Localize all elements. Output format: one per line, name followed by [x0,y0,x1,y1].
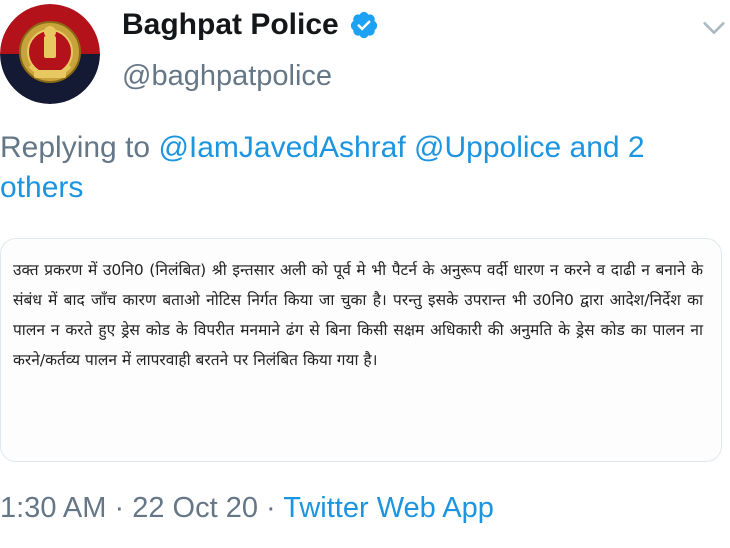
author-name-text: Baghpat Police [122,8,339,41]
author-display-name[interactable]: Baghpat Police [122,8,379,42]
tweet-media-image[interactable]: उक्त प्रकरण में उ0नि0 (निलंबित) श्री इन्… [0,238,722,462]
up-police-emblem-icon [0,4,100,104]
author-avatar[interactable] [0,4,100,104]
tweet-date[interactable]: 22 Oct 20 [132,492,258,524]
replying-to-prefix: Replying to [0,131,151,164]
meta-separator: · [266,492,276,524]
mention-link-iamjavedashraf[interactable]: @IamJavedAshraf [158,131,405,164]
meta-separator: · [114,492,125,524]
author-handle[interactable]: @baghpatpolice [122,60,332,93]
mention-link-uppolice[interactable]: @Uppolice [414,131,561,164]
tweet-time[interactable]: 1:30 AM [0,492,106,524]
media-notice-text: उक्त प्रकरण में उ0नि0 (निलंबित) श्री इन्… [13,261,703,369]
tweet-metadata: 1:30 AM · 22 Oct 20 · Twitter Web App [0,492,494,525]
verified-badge-icon [350,11,377,39]
chevron-down-icon[interactable] [700,14,728,42]
replying-to-line: Replying to @IamJavedAshraf @Uppolice an… [0,128,660,208]
tweet-source-link[interactable]: Twitter Web App [283,492,494,524]
